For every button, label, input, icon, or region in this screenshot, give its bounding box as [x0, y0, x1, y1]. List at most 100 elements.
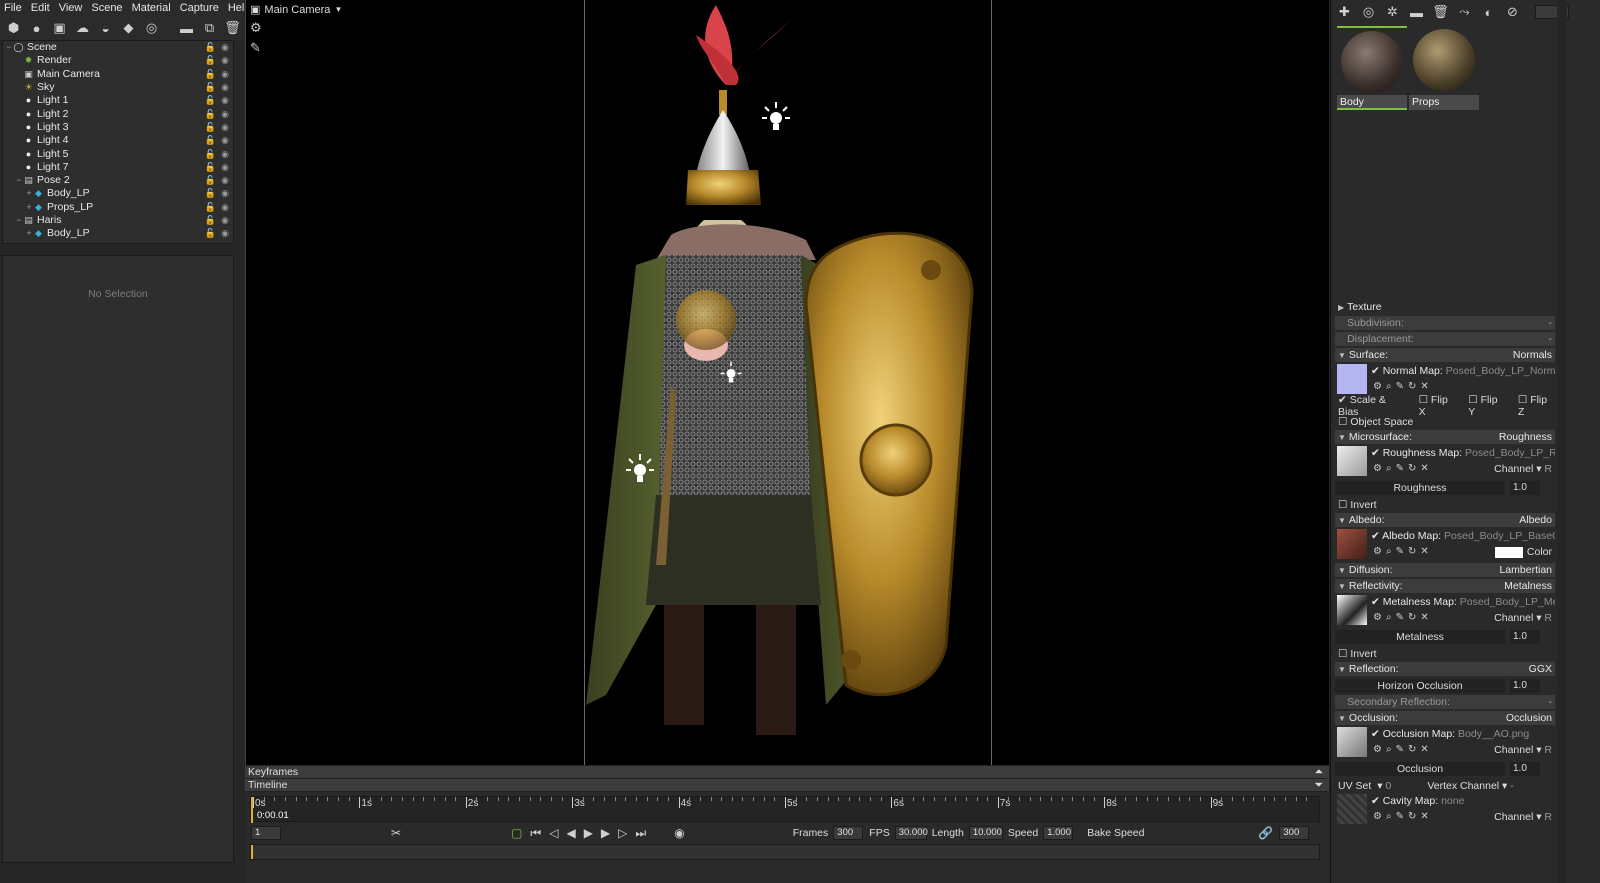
lock-icon[interactable]: 🔓 [205, 187, 216, 200]
scene-tree-scrollbar[interactable] [234, 40, 243, 244]
tree-item[interactable]: ● Light 1 🔓 ◉ [3, 94, 233, 107]
visibility-icon[interactable]: ◉ [221, 201, 229, 214]
tree-item[interactable]: + ◆ Props_LP 🔓 ◉ [3, 201, 233, 214]
brush-icon[interactable]: ✎ [250, 40, 262, 56]
metalness-slider[interactable]: Metalness 1.0 [1335, 629, 1555, 644]
visibility-icon[interactable]: ◉ [221, 214, 229, 227]
albedo-section[interactable]: ▼ Albedo: Albedo [1335, 513, 1555, 527]
texture-section[interactable]: ▶ Texture [1335, 300, 1555, 314]
lock-icon[interactable]: 🔓 [205, 68, 216, 81]
visibility-icon[interactable]: ◉ [221, 81, 229, 94]
tree-item[interactable]: ✹ Render 🔓 ◉ [3, 54, 233, 67]
search-icon[interactable]: ⌕ [1386, 744, 1392, 755]
duplicate-material-icon[interactable]: ◎ [1361, 4, 1376, 20]
menu-edit[interactable]: Edit [31, 2, 50, 14]
camera-icon[interactable]: ▣ [52, 20, 67, 36]
flip-y-checkbox[interactable]: ☐ Flip Y [1468, 394, 1506, 418]
expander-icon[interactable]: − [5, 41, 13, 54]
close-icon[interactable]: ✕ [1420, 744, 1428, 755]
color-swatch[interactable] [1494, 546, 1523, 558]
secondary-reflection-section[interactable]: ▶Secondary Reflection:- [1335, 695, 1555, 709]
refresh-icon[interactable]: ↻ [1408, 744, 1416, 755]
channel-select[interactable]: Channel ▾ R [1494, 811, 1552, 823]
skip-end-icon[interactable]: ⏭ [635, 826, 646, 841]
keyframes-header[interactable]: Keyframes ⏶ [245, 766, 1329, 779]
speed-field[interactable]: 1.000 [1043, 826, 1074, 840]
invert-checkbox[interactable]: ☐ Invert [1338, 499, 1377, 511]
time-ruler[interactable]: 0s 1s 2s 3s 4s 5s 6s 7s 8s 9s 0:00.01 [250, 796, 1320, 823]
step-forward-icon[interactable]: ▶ [601, 826, 610, 840]
pencil-icon[interactable]: ✎ [1396, 612, 1404, 623]
tree-item[interactable]: − ◯ Scene 🔓 ◉ [3, 41, 233, 54]
invert-checkbox[interactable]: ☐ Invert [1338, 648, 1377, 660]
light-gizmo-icon[interactable] [756, 100, 796, 140]
folder-icon[interactable]: ▬ [179, 21, 194, 36]
menu-file[interactable]: File [4, 2, 22, 14]
visibility-icon[interactable]: ◉ [221, 187, 229, 200]
occlusion-map-thumb[interactable] [1337, 727, 1367, 757]
search-icon[interactable]: ⌕ [1386, 463, 1392, 474]
lock-icon[interactable]: 🔓 [205, 148, 216, 161]
material-scrollbar[interactable] [1557, 0, 1567, 883]
reflectivity-section[interactable]: ▼ Reflectivity: Metalness [1335, 579, 1555, 593]
refresh-icon[interactable]: ↻ [1408, 546, 1416, 557]
duplicate-icon[interactable]: ⧉ [202, 20, 217, 36]
visibility-icon[interactable]: ◉ [221, 108, 229, 121]
diffusion-section[interactable]: ▼ Diffusion: Lambertian [1335, 563, 1555, 577]
scale-bias-checkbox[interactable]: ✔ Scale & Bias [1338, 394, 1407, 418]
delete-icon[interactable]: 🗑 [1432, 4, 1449, 20]
gear-icon[interactable]: ⚙ [1373, 463, 1382, 474]
frames-field[interactable]: 300 [833, 826, 864, 840]
collapse-down-icon[interactable]: ⏷ [1315, 779, 1323, 792]
close-icon[interactable]: ✕ [1420, 381, 1428, 392]
flip-x-checkbox[interactable]: ☐ Flip X [1419, 394, 1457, 418]
refresh-icon[interactable]: ↻ [1408, 381, 1416, 392]
loop-icon[interactable]: ▢ [511, 826, 522, 840]
collapse-up-icon[interactable]: ⏶ [1315, 766, 1323, 779]
gear-icon[interactable]: ⚙ [1373, 381, 1382, 392]
pencil-icon[interactable]: ✎ [1396, 381, 1404, 392]
flip-z-checkbox[interactable]: ☐ Flip Z [1518, 394, 1555, 418]
mesh-icon[interactable]: ⬢ [6, 20, 21, 36]
cloth-icon[interactable]: ◒ [98, 21, 113, 36]
frame-field[interactable]: 1 [251, 826, 281, 840]
lock-icon[interactable]: 🔓 [205, 134, 216, 147]
gear-icon[interactable]: ⚙ [1373, 612, 1382, 623]
channel-select[interactable]: Channel ▾ R [1494, 744, 1552, 756]
occlusion-slider[interactable]: Occlusion 1.0 [1335, 761, 1555, 776]
subdivision-section[interactable]: ▶Subdivision:- [1335, 316, 1555, 330]
visibility-icon[interactable]: ◉ [221, 174, 229, 187]
visibility-icon[interactable]: ◉ [221, 121, 229, 134]
material-library-icon[interactable]: ✲ [1385, 4, 1400, 20]
pencil-icon[interactable]: ✎ [1396, 744, 1404, 755]
normal-map-thumb[interactable] [1337, 364, 1367, 394]
search-icon[interactable]: ⌕ [1386, 546, 1392, 557]
fps-field[interactable]: 30.000 [894, 826, 928, 840]
light-gizmo-icon[interactable] [716, 360, 746, 390]
occlusion-section[interactable]: ▼ Occlusion: Occlusion [1335, 711, 1555, 725]
cavity-map-thumb[interactable] [1337, 794, 1367, 824]
navigate-icon[interactable]: ⊘ [1505, 4, 1520, 20]
tree-item[interactable]: + ◆ Body_LP 🔓 ◉ [3, 187, 233, 200]
tree-item[interactable]: ☀ Sky 🔓 ◉ [3, 81, 233, 94]
pencil-icon[interactable]: ✎ [1396, 463, 1404, 474]
pencil-icon[interactable]: ✎ [1396, 811, 1404, 822]
assign-icon[interactable]: ⤳ [1457, 4, 1472, 20]
tree-item[interactable]: − ▤ Pose 2 🔓 ◉ [3, 174, 233, 187]
channel-select[interactable]: Channel ▾ R [1494, 612, 1552, 624]
microsurface-section[interactable]: ▼ Microsurface: Roughness [1335, 430, 1555, 444]
visibility-icon[interactable]: ◉ [221, 41, 229, 54]
close-icon[interactable]: ✕ [1420, 811, 1428, 822]
lock-icon[interactable]: 🔓 [205, 81, 216, 94]
lock-icon[interactable]: 🔓 [205, 214, 216, 227]
lock-icon[interactable]: 🔓 [205, 54, 216, 67]
metalness-map-thumb[interactable] [1337, 595, 1367, 625]
menu-material[interactable]: Material [132, 2, 171, 14]
visibility-icon[interactable]: ◉ [221, 161, 229, 174]
tree-item[interactable]: ● Light 7 🔓 ◉ [3, 161, 233, 174]
keyframe-track[interactable] [250, 844, 1320, 860]
delete-icon[interactable]: 🗑 [224, 20, 241, 36]
tree-item[interactable]: ● Light 2 🔓 ◉ [3, 107, 233, 120]
tree-item[interactable]: ▣ Main Camera 🔓 ◉ [3, 68, 233, 81]
gear-icon[interactable]: ⚙ [250, 20, 262, 36]
